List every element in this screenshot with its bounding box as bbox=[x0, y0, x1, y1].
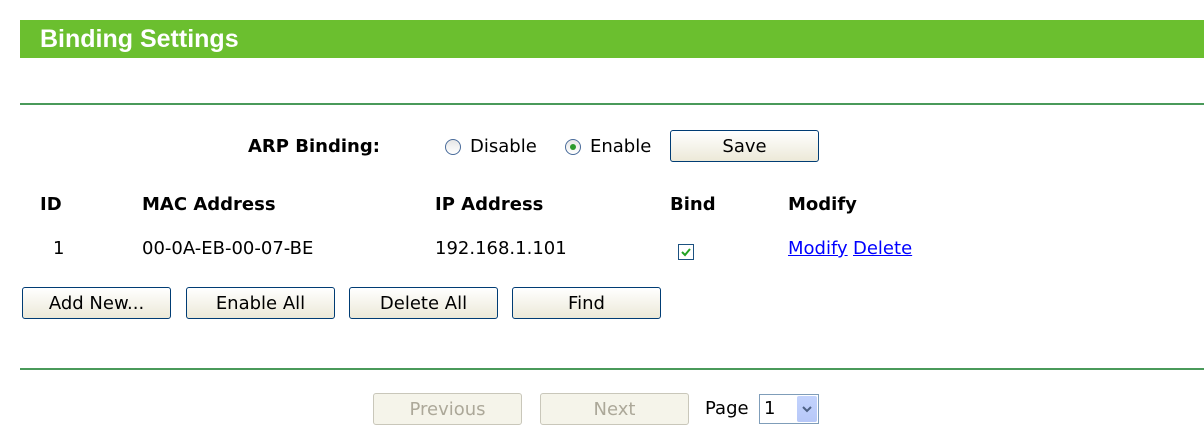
page-select[interactable]: 1 bbox=[759, 394, 819, 424]
arp-enable-label[interactable]: Enable bbox=[590, 135, 651, 159]
previous-button[interactable]: Previous bbox=[373, 393, 522, 425]
bind-checkbox[interactable] bbox=[678, 244, 694, 260]
column-header-bind: Bind bbox=[670, 194, 716, 215]
arp-disable-radio[interactable] bbox=[445, 139, 461, 155]
row-id: 1 bbox=[53, 238, 65, 259]
delete-all-button[interactable]: Delete All bbox=[349, 287, 498, 319]
divider-top bbox=[20, 103, 1204, 105]
checkmark-icon bbox=[681, 248, 691, 257]
save-button[interactable]: Save bbox=[670, 130, 819, 162]
arp-enable-radio[interactable] bbox=[565, 139, 581, 155]
page-title: Binding Settings bbox=[40, 25, 239, 53]
modify-link[interactable]: Modify bbox=[788, 237, 848, 261]
column-header-id: ID bbox=[40, 194, 62, 215]
enable-all-button[interactable]: Enable All bbox=[186, 287, 335, 319]
page-label: Page bbox=[705, 398, 749, 419]
page-select-value: 1 bbox=[764, 398, 776, 419]
arp-binding-label: ARP Binding: bbox=[248, 136, 380, 157]
find-button[interactable]: Find bbox=[512, 287, 661, 319]
column-header-ip: IP Address bbox=[435, 194, 544, 215]
add-new-button[interactable]: Add New... bbox=[22, 287, 171, 319]
divider-bottom bbox=[20, 368, 1204, 370]
row-ip-address: 192.168.1.101 bbox=[435, 238, 567, 259]
chevron-down-icon[interactable] bbox=[797, 396, 817, 422]
delete-link[interactable]: Delete bbox=[853, 237, 912, 261]
row-mac-address: 00-0A-EB-00-07-BE bbox=[142, 238, 314, 259]
column-header-mac: MAC Address bbox=[142, 194, 276, 215]
next-button[interactable]: Next bbox=[540, 393, 689, 425]
column-header-modify: Modify bbox=[788, 194, 857, 215]
arp-disable-label[interactable]: Disable bbox=[470, 135, 537, 159]
